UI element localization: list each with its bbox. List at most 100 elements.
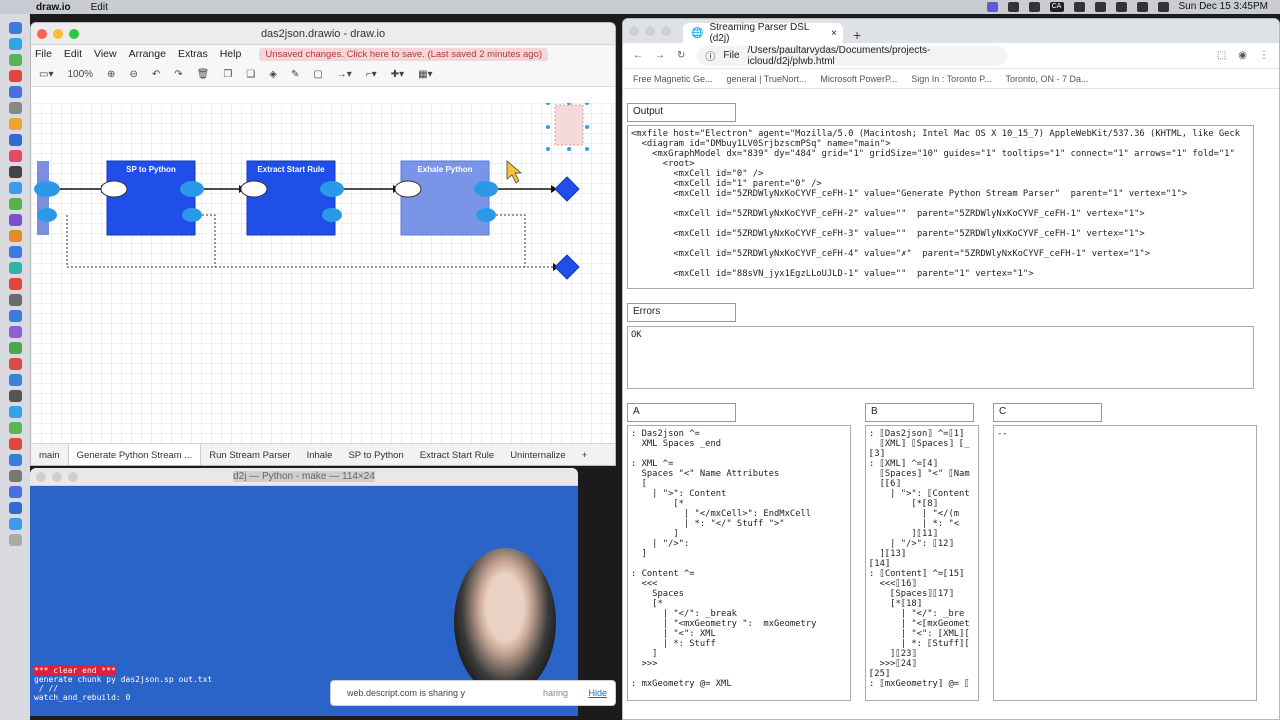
selection-handle[interactable] (585, 147, 589, 151)
new-tab-icon[interactable]: + (853, 27, 861, 43)
bookmark[interactable]: Sign In : Toronto P... (911, 74, 991, 84)
app-icon[interactable] (8, 390, 22, 402)
browser-tab[interactable]: 🌐 Streaming Parser DSL (d2j) × (683, 22, 843, 44)
forward-icon[interactable]: → (655, 50, 665, 61)
unsaved-changes-button[interactable]: Unsaved changes. Click here to save. (La… (259, 47, 549, 61)
tab-main[interactable]: main (31, 444, 68, 466)
app-icon[interactable] (8, 102, 22, 114)
app-icon[interactable] (8, 262, 22, 274)
waypoints-icon[interactable]: ⌐▾ (366, 69, 377, 80)
dotted-edge[interactable] (202, 214, 216, 267)
port[interactable] (394, 180, 422, 198)
app-icon[interactable] (8, 134, 22, 146)
port[interactable] (182, 208, 202, 222)
add-page-icon[interactable]: + (574, 444, 596, 466)
app-icon[interactable] (8, 230, 22, 242)
shadow-icon[interactable]: ▢ (313, 69, 322, 80)
tab-run-stream-parser[interactable]: Run Stream Parser (201, 444, 298, 466)
record-icon[interactable] (1007, 1, 1019, 12)
port[interactable] (37, 208, 57, 222)
control-center-icon[interactable] (1157, 1, 1169, 12)
selection-handle[interactable] (546, 101, 550, 105)
edit-menu[interactable]: Edit (91, 2, 108, 13)
hide-button[interactable]: Hide (588, 688, 607, 698)
app-icon[interactable] (8, 198, 22, 210)
app-icon[interactable] (8, 406, 22, 418)
app-icon[interactable] (8, 278, 22, 290)
keyboard-icon[interactable]: CA (1049, 1, 1064, 12)
tab-extract-start-rule[interactable]: Extract Start Rule (412, 444, 502, 466)
app-icon[interactable] (8, 454, 22, 466)
app-icon[interactable] (8, 438, 22, 450)
selection-handle[interactable] (546, 147, 550, 151)
terminal-output[interactable]: *** clear end *** generate chunk py das2… (34, 666, 212, 702)
tab-generate-python-stream[interactable]: Generate Python Stream ... (67, 443, 202, 465)
zoom-icon[interactable] (661, 26, 671, 36)
pane-b-textarea[interactable]: : ⟦Das2json⟧ ^=⟦1⟧ ⟦XML⟧ ⟦Spaces⟧ ⟦_ ⟦3⟧… (865, 425, 979, 701)
app-icon[interactable] (8, 342, 22, 354)
app-icon[interactable] (8, 70, 22, 82)
clock[interactable]: Sun Dec 15 3:45PM (1179, 1, 1269, 12)
zoom-icon[interactable] (68, 472, 78, 482)
zoom-icon[interactable] (69, 29, 79, 39)
tab-inhale[interactable]: Inhale (299, 444, 341, 466)
app-icon[interactable] (8, 374, 22, 386)
selection-handle[interactable] (585, 125, 589, 129)
dotted-edge[interactable] (496, 214, 526, 267)
app-icon[interactable] (8, 214, 22, 226)
close-tab-icon[interactable]: × (831, 28, 837, 39)
selection-handle[interactable] (567, 147, 571, 151)
menu-extras[interactable]: Extras (178, 48, 208, 60)
close-icon[interactable] (37, 29, 47, 39)
app-icon[interactable] (8, 246, 22, 258)
extension-icon[interactable]: ⬚ (1217, 50, 1226, 61)
menu-edit[interactable]: Edit (64, 48, 82, 60)
port[interactable] (322, 208, 342, 222)
to-front-icon[interactable]: ❐ (223, 69, 232, 80)
app-menu-name[interactable]: draw.io (36, 2, 71, 13)
port[interactable] (320, 181, 344, 197)
drawio-canvas[interactable]: SP to Python Extract Start Rule Exhale P… (31, 101, 615, 443)
redo-icon[interactable]: ↷ (174, 69, 182, 80)
table-icon[interactable]: ▦▾ (418, 69, 432, 80)
app-icon[interactable] (8, 166, 22, 178)
zoom-level[interactable]: 100% (67, 69, 93, 80)
line-color-icon[interactable]: ✎ (291, 69, 299, 80)
selection-handle[interactable] (546, 125, 550, 129)
menu-icon[interactable]: ⋮ (1259, 50, 1269, 61)
app-icon[interactable] (8, 150, 22, 162)
connection-icon[interactable]: →▾ (337, 69, 352, 80)
app-icon[interactable] (8, 358, 22, 370)
port[interactable] (34, 181, 60, 197)
app-icon[interactable] (8, 422, 22, 434)
app-icon[interactable] (8, 38, 22, 50)
port[interactable] (100, 180, 128, 198)
zoom-out-icon[interactable]: ⊖ (129, 69, 137, 80)
undo-icon[interactable]: ↶ (152, 69, 160, 80)
wifi-icon[interactable] (1115, 1, 1127, 12)
menu-arrange[interactable]: Arrange (129, 48, 166, 60)
play-icon[interactable] (1094, 1, 1106, 12)
bookmark[interactable]: Free Magnetic Ge... (633, 74, 713, 84)
app-icon[interactable] (8, 486, 22, 498)
output-textarea[interactable]: <mxfile host="Electron" agent="Mozilla/5… (627, 125, 1254, 289)
app-icon[interactable] (8, 326, 22, 338)
profile-avatar[interactable]: ◉ (1238, 50, 1247, 61)
to-back-icon[interactable]: ❏ (246, 69, 255, 80)
headphones-icon[interactable] (1073, 1, 1085, 12)
port[interactable] (476, 208, 496, 222)
app-icon[interactable] (8, 518, 22, 530)
delete-icon[interactable]: 🗑 (197, 69, 210, 80)
app-icon[interactable] (8, 502, 22, 514)
pane-a-textarea[interactable]: : Das2json ^= XML Spaces _end : XML ^= S… (627, 425, 851, 701)
selected-shape[interactable] (554, 104, 584, 146)
app-icon[interactable] (8, 86, 22, 98)
bookmark[interactable]: Microsoft PowerP... (820, 74, 897, 84)
output-port[interactable] (554, 176, 580, 202)
minimize-icon[interactable] (53, 29, 63, 39)
menu-view[interactable]: View (94, 48, 117, 60)
insert-icon[interactable]: ✚▾ (391, 69, 404, 80)
trash-icon[interactable] (8, 534, 22, 546)
app-icon[interactable] (8, 294, 22, 306)
tab-uninternalize[interactable]: Uninternalize (502, 444, 573, 466)
